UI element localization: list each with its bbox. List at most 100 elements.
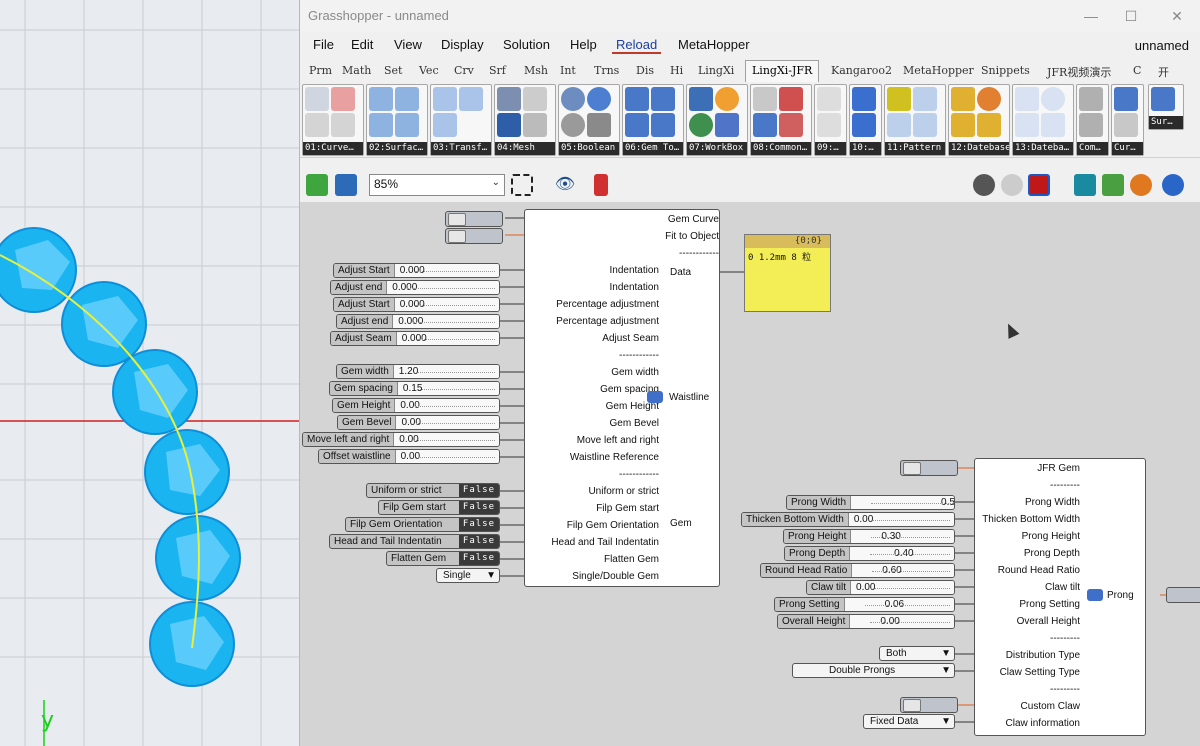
jfr-prong-component[interactable]: JFR Gem --------- Prong Width Thicken Bo…	[974, 458, 1146, 736]
ribbon-panel-surface[interactable]: 02:Surfac…	[366, 84, 428, 156]
maximize-button[interactable]: ☐	[1118, 6, 1144, 26]
menu-view[interactable]: View	[394, 37, 422, 52]
menu-edit[interactable]: Edit	[351, 37, 373, 52]
prong-output-param[interactable]	[1166, 587, 1200, 603]
tab-jfr-video[interactable]: JFR视频演示	[1047, 64, 1111, 80]
common-tool-icon[interactable]	[753, 113, 777, 137]
curve-tool-icon[interactable]	[305, 113, 329, 137]
tab-trns[interactable]: Trns	[594, 64, 619, 77]
ribbon-panel-gem-tools[interactable]: 06:Gem To…	[622, 84, 684, 156]
object-reference-param[interactable]	[445, 228, 503, 244]
preview-tool-icon[interactable]	[1074, 174, 1096, 196]
tool-icon[interactable]	[817, 113, 841, 137]
head-tail-indentation-toggle[interactable]: Head and Tail Indentatin False	[329, 534, 500, 549]
mesh-tool-icon[interactable]	[523, 113, 547, 137]
grasshopper-canvas[interactable]: Adjust Start 0.000 Adjust end 0.000 Adjust…	[300, 202, 1200, 746]
gem-tool-icon[interactable]	[625, 113, 649, 137]
preview-tool-icon[interactable]	[1102, 174, 1124, 196]
ribbon-panel-boolean[interactable]: 05:Boolean	[558, 84, 620, 156]
pattern-tool-icon[interactable]	[887, 113, 911, 137]
surface-tool-icon[interactable]	[369, 87, 393, 111]
ribbon-panel-sur[interactable]: Sur…	[1148, 84, 1184, 130]
tab-set[interactable]: Set	[384, 64, 402, 77]
transform-tool-icon[interactable]	[459, 87, 483, 111]
shaded-preview-icon[interactable]	[1028, 174, 1050, 196]
eye-icon[interactable]: 👁	[554, 174, 576, 196]
tool-icon[interactable]	[852, 87, 876, 111]
pattern-tool-icon[interactable]	[887, 87, 911, 111]
ribbon-panel-database[interactable]: 12:Datebase	[948, 84, 1010, 156]
ribbon-panel-09[interactable]: 09:…	[814, 84, 847, 156]
globe-icon[interactable]	[689, 113, 713, 137]
gem-tool-icon[interactable]	[625, 87, 649, 111]
tool-icon[interactable]	[1079, 87, 1103, 111]
flip-gem-start-toggle[interactable]: Filp Gem start False	[378, 500, 500, 515]
curve-tool-icon[interactable]	[331, 113, 355, 137]
flip-gem-orientation-toggle[interactable]: Filp Gem Orientation False	[345, 517, 500, 532]
pattern-tool-icon[interactable]	[913, 87, 937, 111]
sphere-icon[interactable]	[587, 87, 611, 111]
tool-icon[interactable]	[1079, 113, 1103, 137]
open-file-icon[interactable]	[306, 174, 328, 196]
tool-icon[interactable]	[817, 87, 841, 111]
uniform-strict-toggle[interactable]: Uniform or strict False	[366, 483, 500, 498]
shape-tool-icon[interactable]	[1041, 113, 1065, 137]
transform-tool-icon[interactable]	[433, 87, 457, 111]
rhino-viewport[interactable]: y	[0, 0, 299, 746]
overall-height-slider[interactable]: Overall Height 0.00	[777, 614, 955, 629]
custom-claw-reference-param[interactable]	[900, 697, 958, 713]
adjust-end-slider[interactable]: Adjust end 0.000	[336, 314, 500, 329]
text-tool-icon[interactable]	[689, 87, 713, 111]
box-icon[interactable]	[587, 113, 611, 137]
common-tool-icon[interactable]	[779, 113, 803, 137]
menu-help[interactable]: Help	[570, 37, 597, 52]
surface-tool-icon[interactable]	[395, 87, 419, 111]
distribution-type-dropdown[interactable]: Both ▼	[879, 646, 955, 661]
tab-c[interactable]: C	[1133, 64, 1141, 77]
tab-lingxi[interactable]: LingXi	[698, 64, 734, 77]
gem-height-slider[interactable]: Gem Height 0.00	[332, 398, 500, 413]
curve-tool-icon[interactable]	[331, 87, 355, 111]
ribbon-panel-common[interactable]: 08:Common…	[750, 84, 812, 156]
tool-icon[interactable]	[1114, 87, 1138, 111]
tab-dis[interactable]: Dis	[636, 64, 654, 77]
tab-math[interactable]: Math	[342, 64, 371, 77]
prong-width-slider[interactable]: Prong Width0.50	[786, 495, 955, 510]
pattern-tool-icon[interactable]	[913, 113, 937, 137]
tab-lingxi-jfr[interactable]: LingXi-JFR	[745, 60, 820, 82]
menu-metahopper[interactable]: MetaHopper	[678, 37, 750, 52]
jfr-gem-component[interactable]: Gem Curve Fit to Object ------------ Ind…	[524, 209, 720, 587]
curve-tool-icon[interactable]	[305, 87, 329, 111]
prong-depth-slider[interactable]: Prong Depth 0.40	[784, 546, 955, 561]
tab-snippets[interactable]: Snippets	[981, 64, 1030, 77]
ribbon-panel-database-2[interactable]: 13:Dateba…	[1012, 84, 1074, 156]
tab-int[interactable]: Int	[560, 64, 576, 77]
close-button[interactable]: ✕	[1164, 6, 1190, 26]
menu-file[interactable]: File	[313, 37, 334, 52]
preview-mode-icon[interactable]	[973, 174, 995, 196]
prong-setting-slider[interactable]: Prong Setting 0.06	[774, 597, 955, 612]
move-left-right-slider[interactable]: Move left and right 0.00	[302, 432, 500, 447]
workbox-icon[interactable]	[715, 113, 739, 137]
ribbon-panel-pattern[interactable]: 11:Pattern	[884, 84, 946, 156]
minimize-button[interactable]: —	[1078, 6, 1104, 26]
tab-prm[interactable]: Prm	[309, 64, 332, 77]
shape-tool-icon[interactable]	[1015, 87, 1039, 111]
claw-tilt-slider[interactable]: Claw tilt 0.00	[806, 580, 955, 595]
gem-width-slider[interactable]: Gem width 1.20	[336, 364, 500, 379]
offset-waistline-slider[interactable]: Offset waistline 0.00	[318, 449, 500, 464]
tab-msh[interactable]: Msh	[524, 64, 548, 77]
surface-tool-icon[interactable]	[369, 113, 393, 137]
ribbon-panel-cur[interactable]: Cur…	[1111, 84, 1144, 156]
zoom-select[interactable]: 85% ⌄	[369, 174, 505, 196]
shape-tool-icon[interactable]	[1041, 87, 1065, 111]
tab-hi[interactable]: Hi	[670, 64, 683, 77]
prong-height-slider[interactable]: Prong Height 0.30	[783, 529, 955, 544]
render-icon[interactable]	[1162, 174, 1184, 196]
gem-tool-icon[interactable]	[651, 113, 675, 137]
menu-solution[interactable]: Solution	[503, 37, 550, 52]
tab-srf[interactable]: Srf	[489, 64, 506, 77]
adjust-start-slider[interactable]: Adjust Start 0.000	[333, 297, 500, 312]
transform-tool-icon[interactable]	[433, 113, 457, 137]
mesh-tool-icon[interactable]	[497, 113, 521, 137]
